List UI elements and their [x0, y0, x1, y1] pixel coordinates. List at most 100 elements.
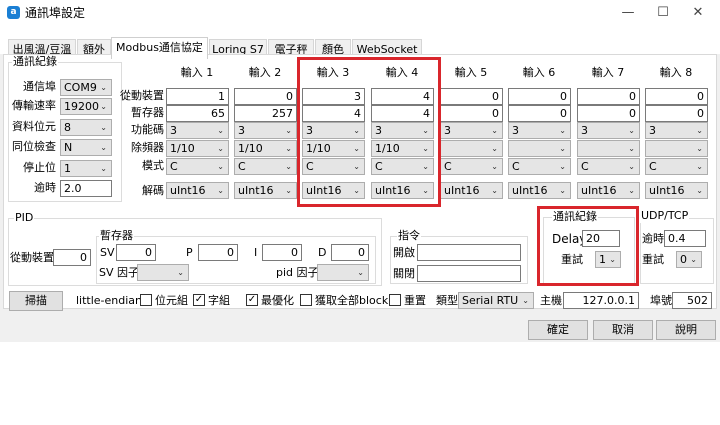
- stopbits-label: 停止位: [23, 161, 56, 174]
- bytes-label: 位元組: [155, 294, 188, 307]
- input-1-decode-select[interactable]: uInt16 ⌄: [166, 182, 229, 199]
- input-2-slave-field[interactable]: 0: [234, 88, 297, 105]
- row-label-slave: 從動裝置: [120, 89, 164, 102]
- command-group-title: 指令: [397, 229, 421, 243]
- i-label: I: [254, 246, 258, 259]
- help-button[interactable]: 說明: [656, 320, 716, 340]
- input-7-slave-field[interactable]: 0: [577, 88, 640, 105]
- input-5-mode-select[interactable]: C ⌄: [440, 158, 503, 175]
- parity-select[interactable]: N ⌄: [60, 139, 112, 156]
- udp-retry-label: 重試: [642, 253, 664, 266]
- row-label-divider: 除頻器: [131, 141, 164, 154]
- baud-select[interactable]: 19200 ⌄: [60, 98, 112, 115]
- reset-checkbox[interactable]: [389, 294, 401, 306]
- host-input[interactable]: 127.0.0.1: [563, 292, 639, 309]
- i-input[interactable]: 0: [262, 244, 302, 261]
- pid-factor-label: pid 因子: [276, 266, 319, 279]
- input-6-mode-select[interactable]: C ⌄: [508, 158, 571, 175]
- input-1-register-field[interactable]: 65: [166, 105, 229, 122]
- input-2-header: 輸入 2: [248, 66, 282, 79]
- udp-retry-select[interactable]: 0 ⌄: [676, 251, 702, 268]
- highlight-box-inputs-3-4: [297, 57, 441, 207]
- input-7-mode-select[interactable]: C ⌄: [577, 158, 640, 175]
- input-6-register-field[interactable]: 0: [508, 105, 571, 122]
- d-input[interactable]: 0: [331, 244, 369, 261]
- input-2-register-field[interactable]: 257: [234, 105, 297, 122]
- host-label: 主機: [540, 294, 562, 307]
- udp-timeout-input[interactable]: 0.4: [664, 230, 706, 247]
- input-5-decode-select[interactable]: uInt16 ⌄: [440, 182, 503, 199]
- input-8-fc-select[interactable]: 3 ⌄: [645, 122, 708, 139]
- words-label: 字組: [208, 294, 230, 307]
- input-5-register-field[interactable]: 0: [440, 105, 503, 122]
- words-checkbox[interactable]: ✓: [193, 294, 205, 306]
- input-6-div-select[interactable]: ⌄: [508, 140, 571, 157]
- input-1-div-select[interactable]: 1/10 ⌄: [166, 140, 229, 157]
- bytesize-select[interactable]: 8 ⌄: [60, 119, 112, 136]
- scan-button[interactable]: 掃描: [9, 291, 63, 311]
- input-8-decode-select[interactable]: uInt16 ⌄: [645, 182, 708, 199]
- cmd-off-label: 關閉: [393, 267, 415, 280]
- stopbits-select[interactable]: 1 ⌄: [60, 160, 112, 177]
- cmd-off-input[interactable]: [417, 265, 521, 282]
- serial-group-title: 通訊紀錄: [12, 55, 58, 69]
- highlight-box-log: [537, 206, 639, 286]
- input-6-slave-field[interactable]: 0: [508, 88, 571, 105]
- input-8-mode-select[interactable]: C ⌄: [645, 158, 708, 175]
- optimize-label: 最優化: [261, 294, 294, 307]
- fetch-all-checkbox[interactable]: [300, 294, 312, 306]
- pid-slave-input[interactable]: 0: [53, 249, 91, 266]
- pid-factor-select[interactable]: ⌄: [317, 264, 369, 281]
- udp-timeout-label: 逾時: [642, 232, 664, 245]
- sv-factor-select[interactable]: ⌄: [137, 264, 189, 281]
- input-7-header: 輸入 7: [591, 66, 625, 79]
- ok-button[interactable]: 確定: [528, 320, 588, 340]
- input-1-slave-field[interactable]: 1: [166, 88, 229, 105]
- input-2-div-select[interactable]: 1/10 ⌄: [234, 140, 297, 157]
- close-button[interactable]: ✕: [675, 0, 720, 26]
- sv-input[interactable]: 0: [116, 244, 156, 261]
- input-7-register-field[interactable]: 0: [577, 105, 640, 122]
- input-5-fc-select[interactable]: 3 ⌄: [440, 122, 503, 139]
- input-8-slave-field[interactable]: 0: [645, 88, 708, 105]
- input-2-fc-select[interactable]: 3 ⌄: [234, 122, 297, 139]
- row-label-decode: 解碼: [142, 184, 164, 197]
- port-number-input[interactable]: 502: [672, 292, 712, 309]
- fetch-all-label: 獲取全部block: [315, 294, 389, 307]
- input-7-div-select[interactable]: ⌄: [577, 140, 640, 157]
- app-icon: a: [7, 6, 20, 19]
- pid-group-title: PID: [14, 211, 35, 225]
- row-label-mode: 模式: [142, 159, 164, 172]
- input-8-register-field[interactable]: 0: [645, 105, 708, 122]
- input-1-fc-select[interactable]: 3 ⌄: [166, 122, 229, 139]
- tab-bar: 出風溫/豆溫 額外 Modbus通信協定 Loring S7 電子秤 顏色 We…: [0, 26, 720, 59]
- input-7-fc-select[interactable]: 3 ⌄: [577, 122, 640, 139]
- bytes-checkbox[interactable]: [140, 294, 152, 306]
- pid-register-title: 暫存器: [99, 229, 134, 243]
- comm-timeout-input[interactable]: 2.0: [60, 180, 112, 197]
- optimize-checkbox[interactable]: ✓: [246, 294, 258, 306]
- input-6-decode-select[interactable]: uInt16 ⌄: [508, 182, 571, 199]
- row-label-register: 暫存器: [131, 106, 164, 119]
- input-5-div-select[interactable]: ⌄: [440, 140, 503, 157]
- tab-modbus[interactable]: Modbus通信協定: [111, 37, 208, 59]
- p-input[interactable]: 0: [198, 244, 238, 261]
- input-6-fc-select[interactable]: 3 ⌄: [508, 122, 571, 139]
- window-title: 通訊埠設定: [25, 6, 86, 20]
- row-label-function: 功能碼: [131, 123, 164, 136]
- input-8-div-select[interactable]: ⌄: [645, 140, 708, 157]
- input-2-decode-select[interactable]: uInt16 ⌄: [234, 182, 297, 199]
- cmd-on-input[interactable]: [417, 244, 521, 261]
- port-select[interactable]: COM9 ⌄: [60, 79, 112, 96]
- reset-label: 重置: [404, 294, 426, 307]
- d-label: D: [318, 246, 327, 259]
- parity-label: 同位檢查: [12, 140, 56, 153]
- input-7-decode-select[interactable]: uInt16 ⌄: [577, 182, 640, 199]
- endian-label: little-endian: [76, 294, 143, 307]
- type-select[interactable]: Serial RTU ⌄: [458, 292, 534, 309]
- input-2-mode-select[interactable]: C ⌄: [234, 158, 297, 175]
- cancel-button[interactable]: 取消: [593, 320, 653, 340]
- input-5-slave-field[interactable]: 0: [440, 88, 503, 105]
- input-1-mode-select[interactable]: C ⌄: [166, 158, 229, 175]
- sv-label: SV: [100, 246, 115, 259]
